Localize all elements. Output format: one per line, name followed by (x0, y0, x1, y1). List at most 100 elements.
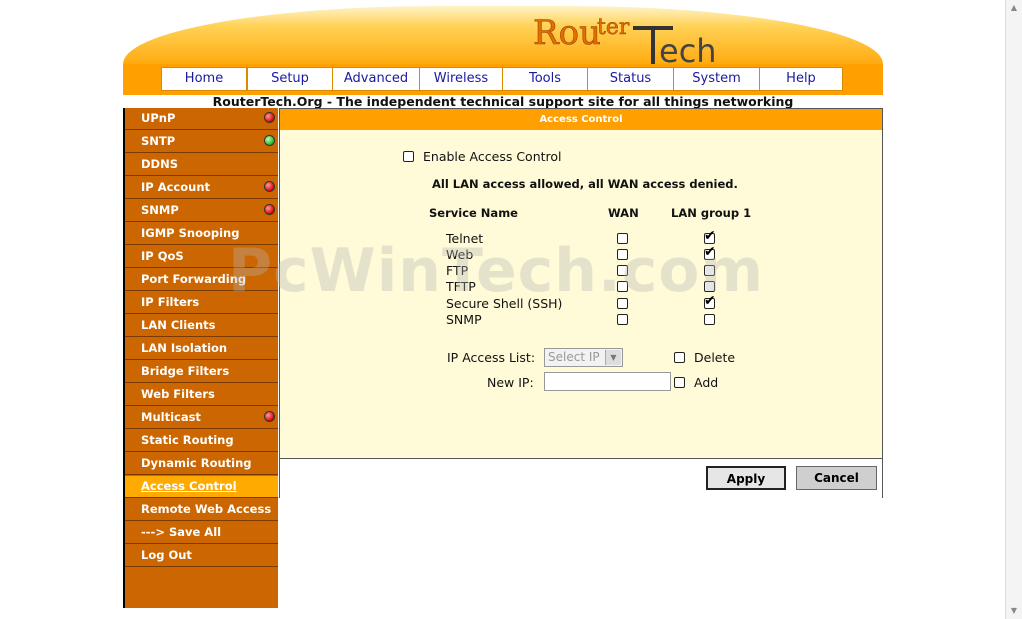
new-ip-input[interactable] (544, 372, 671, 391)
sidebar-item-label: Dynamic Routing (141, 456, 252, 470)
nav-tab-setup[interactable]: Setup (247, 67, 333, 91)
service-name: SNMP (446, 312, 482, 327)
sidebar-item-ip-qos[interactable]: IP QoS (125, 246, 278, 268)
lan-group-checkbox[interactable] (704, 244, 716, 260)
sidebar-item-label: Access Control (141, 479, 237, 493)
nav-tab-status[interactable]: Status (587, 67, 674, 91)
sidebar-item-ip-filters[interactable]: IP Filters (125, 292, 278, 314)
wan-checkbox[interactable] (617, 281, 628, 292)
logo-text-ech: ech (659, 32, 717, 64)
lan-group-checkbox[interactable] (704, 314, 715, 325)
lan-group-checkbox[interactable] (704, 293, 716, 309)
sidebar-item-label: LAN Clients (141, 318, 216, 332)
nav-tab-wireless[interactable]: Wireless (419, 67, 503, 91)
wan-checkbox[interactable] (617, 265, 628, 276)
enable-access-control-checkbox[interactable] (403, 151, 414, 162)
service-name: TFTP (446, 279, 476, 294)
col-wan: WAN (608, 206, 639, 220)
lan-group-checkbox[interactable] (704, 228, 716, 244)
service-name: Telnet (446, 231, 484, 246)
sidebar-item-ddns[interactable]: DDNS (125, 154, 278, 176)
sidebar-item-label: IGMP Snooping (141, 226, 240, 240)
sidebar-item-label: SNTP (141, 134, 176, 148)
col-lan-group: LAN group 1 (671, 206, 752, 220)
apply-button[interactable]: Apply (706, 466, 786, 490)
wan-checkbox[interactable] (617, 233, 628, 244)
sidebar-item-label: IP QoS (141, 249, 184, 263)
sidebar-item-label: LAN Isolation (141, 341, 228, 355)
panel-title: Access Control (280, 109, 882, 130)
wan-checkbox[interactable] (617, 298, 628, 309)
sidebar-item-label: ---> Save All (141, 525, 222, 539)
sidebar-item-label: Bridge Filters (141, 364, 230, 378)
logo-text-rou: Rou (533, 13, 601, 53)
routertech-logo: Rou ter ech (533, 13, 717, 64)
sidebar-item-port-forwarding[interactable]: Port Forwarding (125, 269, 278, 291)
delete-checkbox[interactable] (674, 352, 685, 363)
sidebar-item-static-routing[interactable]: Static Routing (125, 430, 278, 452)
red-status-icon (264, 411, 275, 422)
sidebar-item-label: SNMP (141, 203, 179, 217)
service-name: FTP (446, 263, 469, 278)
sidebar-item-label: UPnP (141, 111, 176, 125)
scroll-down-icon[interactable]: ▼ (1006, 603, 1022, 619)
new-ip-label: New IP: (487, 375, 534, 390)
sidebar-item-label: IP Account (141, 180, 211, 194)
sidebar-item-dynamic-routing[interactable]: Dynamic Routing (125, 453, 278, 475)
sidebar-item-sntp[interactable]: SNTP (125, 131, 278, 153)
wan-checkbox[interactable] (617, 249, 628, 260)
sidebar-item-multicast[interactable]: Multicast (125, 407, 278, 429)
sidebar-item-upnp[interactable]: UPnP (125, 108, 278, 130)
access-control-panel: Access Control Enable Access Control All… (279, 108, 883, 498)
nav-tab-advanced[interactable]: Advanced (332, 67, 420, 91)
sidebar-item-remote-web-access[interactable]: Remote Web Access (125, 499, 278, 521)
sidebar-item-log-out[interactable]: Log Out (125, 545, 278, 567)
col-service-name: Service Name (429, 206, 518, 220)
lan-group-checkbox[interactable] (704, 281, 715, 292)
sidebar-item-access-control[interactable]: Access Control (125, 476, 278, 498)
wan-checkbox[interactable] (617, 314, 628, 325)
sidebar-item-save-all[interactable]: ---> Save All (125, 522, 278, 544)
add-checkbox[interactable] (674, 377, 685, 388)
sidebar-item-label: Multicast (141, 410, 201, 424)
service-name: Secure Shell (SSH) (446, 296, 563, 311)
access-summary: All LAN access allowed, all WAN access d… (432, 177, 738, 191)
nav-tab-help[interactable]: Help (759, 67, 843, 91)
dropdown-arrow-icon[interactable]: ▼ (605, 350, 621, 365)
sidebar-item-label: Static Routing (141, 433, 234, 447)
sidebar-item-label: IP Filters (141, 295, 200, 309)
add-label: Add (694, 375, 719, 390)
main-nav: Home Setup Advanced Wireless Tools Status Syst… (123, 64, 883, 93)
sidebar-item-lan-isolation[interactable]: LAN Isolation (125, 338, 278, 360)
sidebar-item-label: DDNS (141, 157, 178, 171)
red-status-icon (264, 204, 275, 215)
red-status-icon (264, 181, 275, 192)
lan-group-checkbox[interactable] (704, 265, 715, 276)
button-bar: Apply Cancel (280, 458, 882, 498)
nav-tab-tools[interactable]: Tools (502, 67, 588, 91)
ip-access-list-select[interactable]: Select IP ▼ (544, 348, 623, 367)
sidebar-item-web-filters[interactable]: Web Filters (125, 384, 278, 406)
sidebar-item-igmp-snooping[interactable]: IGMP Snooping (125, 223, 278, 245)
sidebar-item-label: Port Forwarding (141, 272, 247, 286)
ip-access-list-value: Select IP (548, 350, 600, 364)
nav-tab-system[interactable]: System (673, 67, 760, 91)
cancel-button[interactable]: Cancel (796, 466, 877, 490)
vertical-scrollbar[interactable]: ▲ ▼ (1005, 0, 1022, 619)
site-tagline: RouterTech.Org - The independent technic… (212, 94, 794, 109)
sidebar-item-bridge-filters[interactable]: Bridge Filters (125, 361, 278, 383)
logo-text-ter: ter (597, 15, 630, 40)
green-status-icon (264, 135, 275, 146)
scroll-up-icon[interactable]: ▲ (1006, 0, 1022, 16)
enable-access-control-label: Enable Access Control (423, 149, 562, 164)
sidebar-item-label: Web Filters (141, 387, 215, 401)
nav-tab-home[interactable]: Home (161, 67, 247, 91)
router-admin-page: Rou ter ech Home Setup Advanced Wireless Too… (0, 0, 1022, 619)
header-banner: Rou ter ech (123, 6, 883, 64)
sidebar-item-lan-clients[interactable]: LAN Clients (125, 315, 278, 337)
sidebar-item-ip-account[interactable]: IP Account (125, 177, 278, 199)
sidebar-item-snmp[interactable]: SNMP (125, 200, 278, 222)
sidebar-item-label: Remote Web Access (141, 502, 272, 516)
sidebar-menu: UPnP SNTP DDNS IP Account SNMP IGMP Snooping I… (123, 108, 278, 608)
delete-label: Delete (694, 350, 736, 365)
